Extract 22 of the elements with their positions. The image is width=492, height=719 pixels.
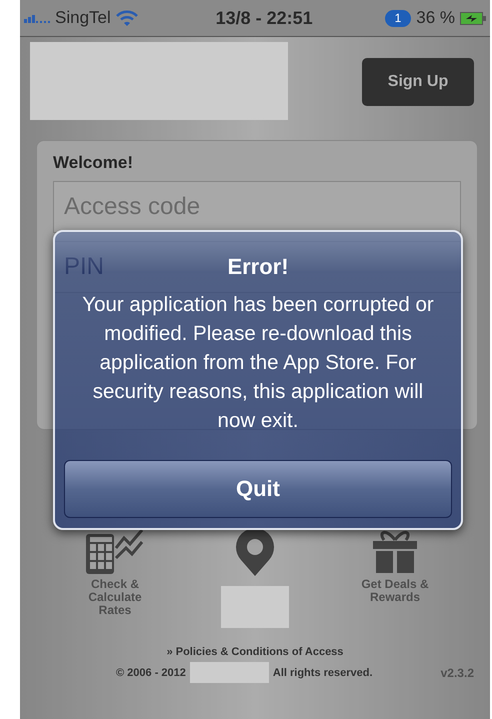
version-text: v2.3.2: [440, 666, 474, 680]
status-time: 13/8 - 22:51: [216, 8, 313, 28]
gift-icon[interactable]: [372, 528, 418, 574]
welcome-title: Welcome!: [53, 153, 134, 173]
sign-up-button[interactable]: Sign Up: [362, 58, 474, 106]
access-code-field[interactable]: Access code: [53, 181, 461, 233]
battery-percent: 36 %: [416, 8, 455, 28]
battery-icon: [460, 12, 486, 24]
location-pin-icon[interactable]: [235, 528, 275, 576]
dialog-message: Your application has been corrupted or modified. Please re-download this application from the App Store. For security reasons, this application will now exit.: [81, 292, 435, 434]
shortcut-label[interactable]: Get Deals & Rewards: [355, 578, 435, 604]
shortcut-label[interactable]: Check & Calculate Rates: [75, 578, 155, 617]
wifi-icon: [116, 10, 138, 26]
dialog-title: Error!: [227, 254, 289, 280]
copyright-text: © 2006 - 2012: [116, 666, 186, 678]
copyright-text: All rights reserved.: [272, 666, 373, 678]
quit-button[interactable]: Quit: [64, 460, 452, 518]
redacted-block: [221, 586, 289, 628]
carrier-name: SingTel: [55, 8, 111, 28]
signal-icon: [24, 13, 50, 23]
policies-link[interactable]: » Policies & Conditions of Access: [166, 646, 344, 658]
notification-badge: 1: [384, 10, 412, 26]
